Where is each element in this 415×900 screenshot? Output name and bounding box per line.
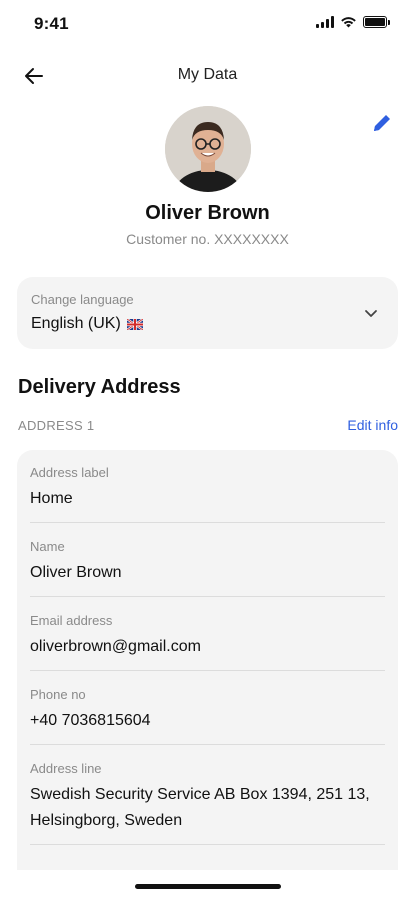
address-label-field: Address label Home [30,465,385,523]
wifi-icon [341,17,356,28]
profile-name: Oliver Brown [145,202,270,224]
language-value: English (UK) [31,315,121,332]
delivery-address-title: Delivery Address [18,376,181,398]
phone-field: Phone no +40 7036815604 [30,687,385,745]
edit-profile-button[interactable] [369,110,395,136]
field-value: +40 7036815604 [30,712,151,729]
field-value: Home [30,490,73,507]
address-heading: ADDRESS 1 [18,418,95,433]
field-value: Oliver Brown [30,564,122,581]
pencil-icon [374,115,390,131]
chevron-down-icon [365,310,377,317]
avatar [165,106,251,192]
language-label: Change language [31,292,134,307]
field-label: Name [30,539,65,554]
home-indicator[interactable] [135,884,281,889]
field-label: Address line [30,761,102,776]
field-label: Phone no [30,687,86,702]
uk-flag-icon [126,318,143,330]
customer-number: Customer no. XXXXXXXX [126,231,289,247]
field-value: Swedish Security Service AB Box 1394, 25… [30,786,370,829]
name-field: Name Oliver Brown [30,539,385,597]
language-selector[interactable]: Change language English (UK) [17,277,398,349]
edit-info-link[interactable]: Edit info [347,417,398,433]
address-line-field: Address line Swedish Security Service AB… [30,761,385,845]
top-app-bar: My Data [0,60,415,92]
field-label: Email address [30,613,113,628]
battery-icon [363,16,390,28]
address-card: Address label Home Name Oliver Brown Ema… [17,450,398,870]
email-field: Email address oliverbrown@gmail.com [30,613,385,671]
my-data-screen: 9:41 My Data Oliver Brown Customer no. X… [0,0,415,900]
status-bar: 9:41 [0,0,415,50]
page-title: My Data [177,66,238,83]
field-label: Address label [30,465,109,480]
status-icons [316,16,390,28]
field-value: oliverbrown@gmail.com [30,638,201,655]
language-value-row: English (UK) [31,315,143,333]
cellular-signal-icon [316,16,334,28]
status-time: 9:41 [34,14,69,33]
